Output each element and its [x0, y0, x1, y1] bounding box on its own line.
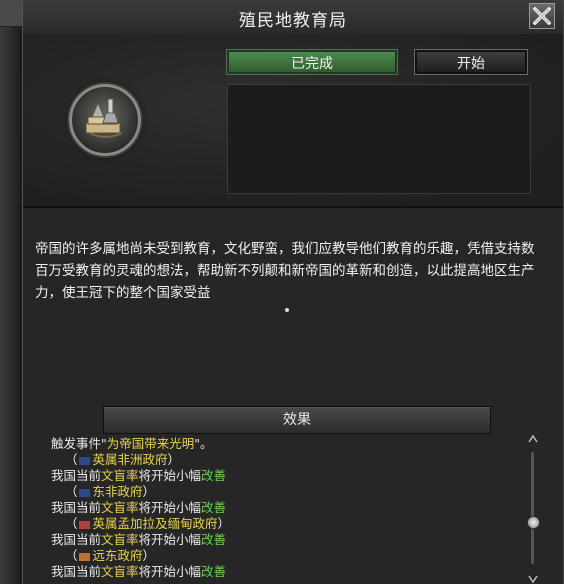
- government-line: （远东政府）: [65, 548, 156, 563]
- effect-trigger-line: 触发事件"为帝国带来光明"。: [51, 436, 213, 451]
- decision-description: 帝国的许多属地尚未受到教育，文化野蛮，我们应教导他们教育的乐趣，凭借支持数百万受…: [35, 241, 535, 301]
- government-line: （英属孟加拉及缅甸政府）: [65, 516, 231, 531]
- government-name[interactable]: 英属非洲政府: [93, 452, 168, 467]
- background-left-strip: [0, 0, 22, 584]
- effect-line: 我国当前文盲率将开始小幅改善: [51, 532, 227, 547]
- flag-icon: [78, 552, 90, 561]
- government-name[interactable]: 英属孟加拉及缅甸政府: [93, 516, 218, 531]
- flag-icon: [78, 488, 90, 497]
- education-emblem-icon: [69, 84, 141, 156]
- effect-line: 我国当前文盲率将开始小幅改善: [51, 500, 227, 515]
- start-button[interactable]: 开始: [414, 49, 528, 75]
- scroll-thumb[interactable]: [527, 516, 540, 529]
- government-line: （东非政府）: [65, 484, 156, 499]
- effect-line: 我国当前文盲率将开始小幅改善: [51, 468, 227, 483]
- effects-list: 触发事件"为帝国带来光明"。 （英属非洲政府） 我国当前文盲率将开始小幅改善 （…: [51, 436, 521, 584]
- event-name[interactable]: 为帝国带来光明: [107, 436, 195, 451]
- scroll-down-arrow-icon[interactable]: [528, 574, 538, 584]
- flag-icon: [78, 520, 90, 529]
- decision-window: 殖民地教育局 已完成 开始 帝国的许多属地尚未受到教育，文化野蛮，我们应教导他们…: [22, 0, 564, 584]
- close-button[interactable]: [529, 3, 555, 29]
- scroll-up-arrow-icon[interactable]: [528, 434, 538, 444]
- government-name[interactable]: 东非政府: [93, 484, 143, 499]
- effect-line: 我国当前文盲率将开始小幅改善: [51, 564, 227, 579]
- title-bar: 殖民地教育局: [23, 0, 563, 35]
- completed-status-button[interactable]: 已完成: [226, 49, 398, 75]
- effects-scrollbar[interactable]: [527, 434, 540, 584]
- decision-header-panel: 已完成 开始: [23, 34, 563, 208]
- window-title: 殖民地教育局: [239, 11, 347, 31]
- decision-info-box: [227, 84, 531, 194]
- decision-details-panel: 帝国的许多属地尚未受到教育，文化野蛮，我们应教导他们教育的乐趣，凭借支持数百万受…: [23, 208, 563, 584]
- government-line: （英属非洲政府）: [65, 452, 181, 467]
- effects-header: 效果: [103, 406, 491, 434]
- flag-icon: [78, 456, 90, 465]
- close-x-icon: [533, 7, 551, 25]
- scroll-track[interactable]: [531, 452, 534, 564]
- description-end-mark: 。: [285, 308, 289, 312]
- government-name[interactable]: 远东政府: [93, 548, 143, 563]
